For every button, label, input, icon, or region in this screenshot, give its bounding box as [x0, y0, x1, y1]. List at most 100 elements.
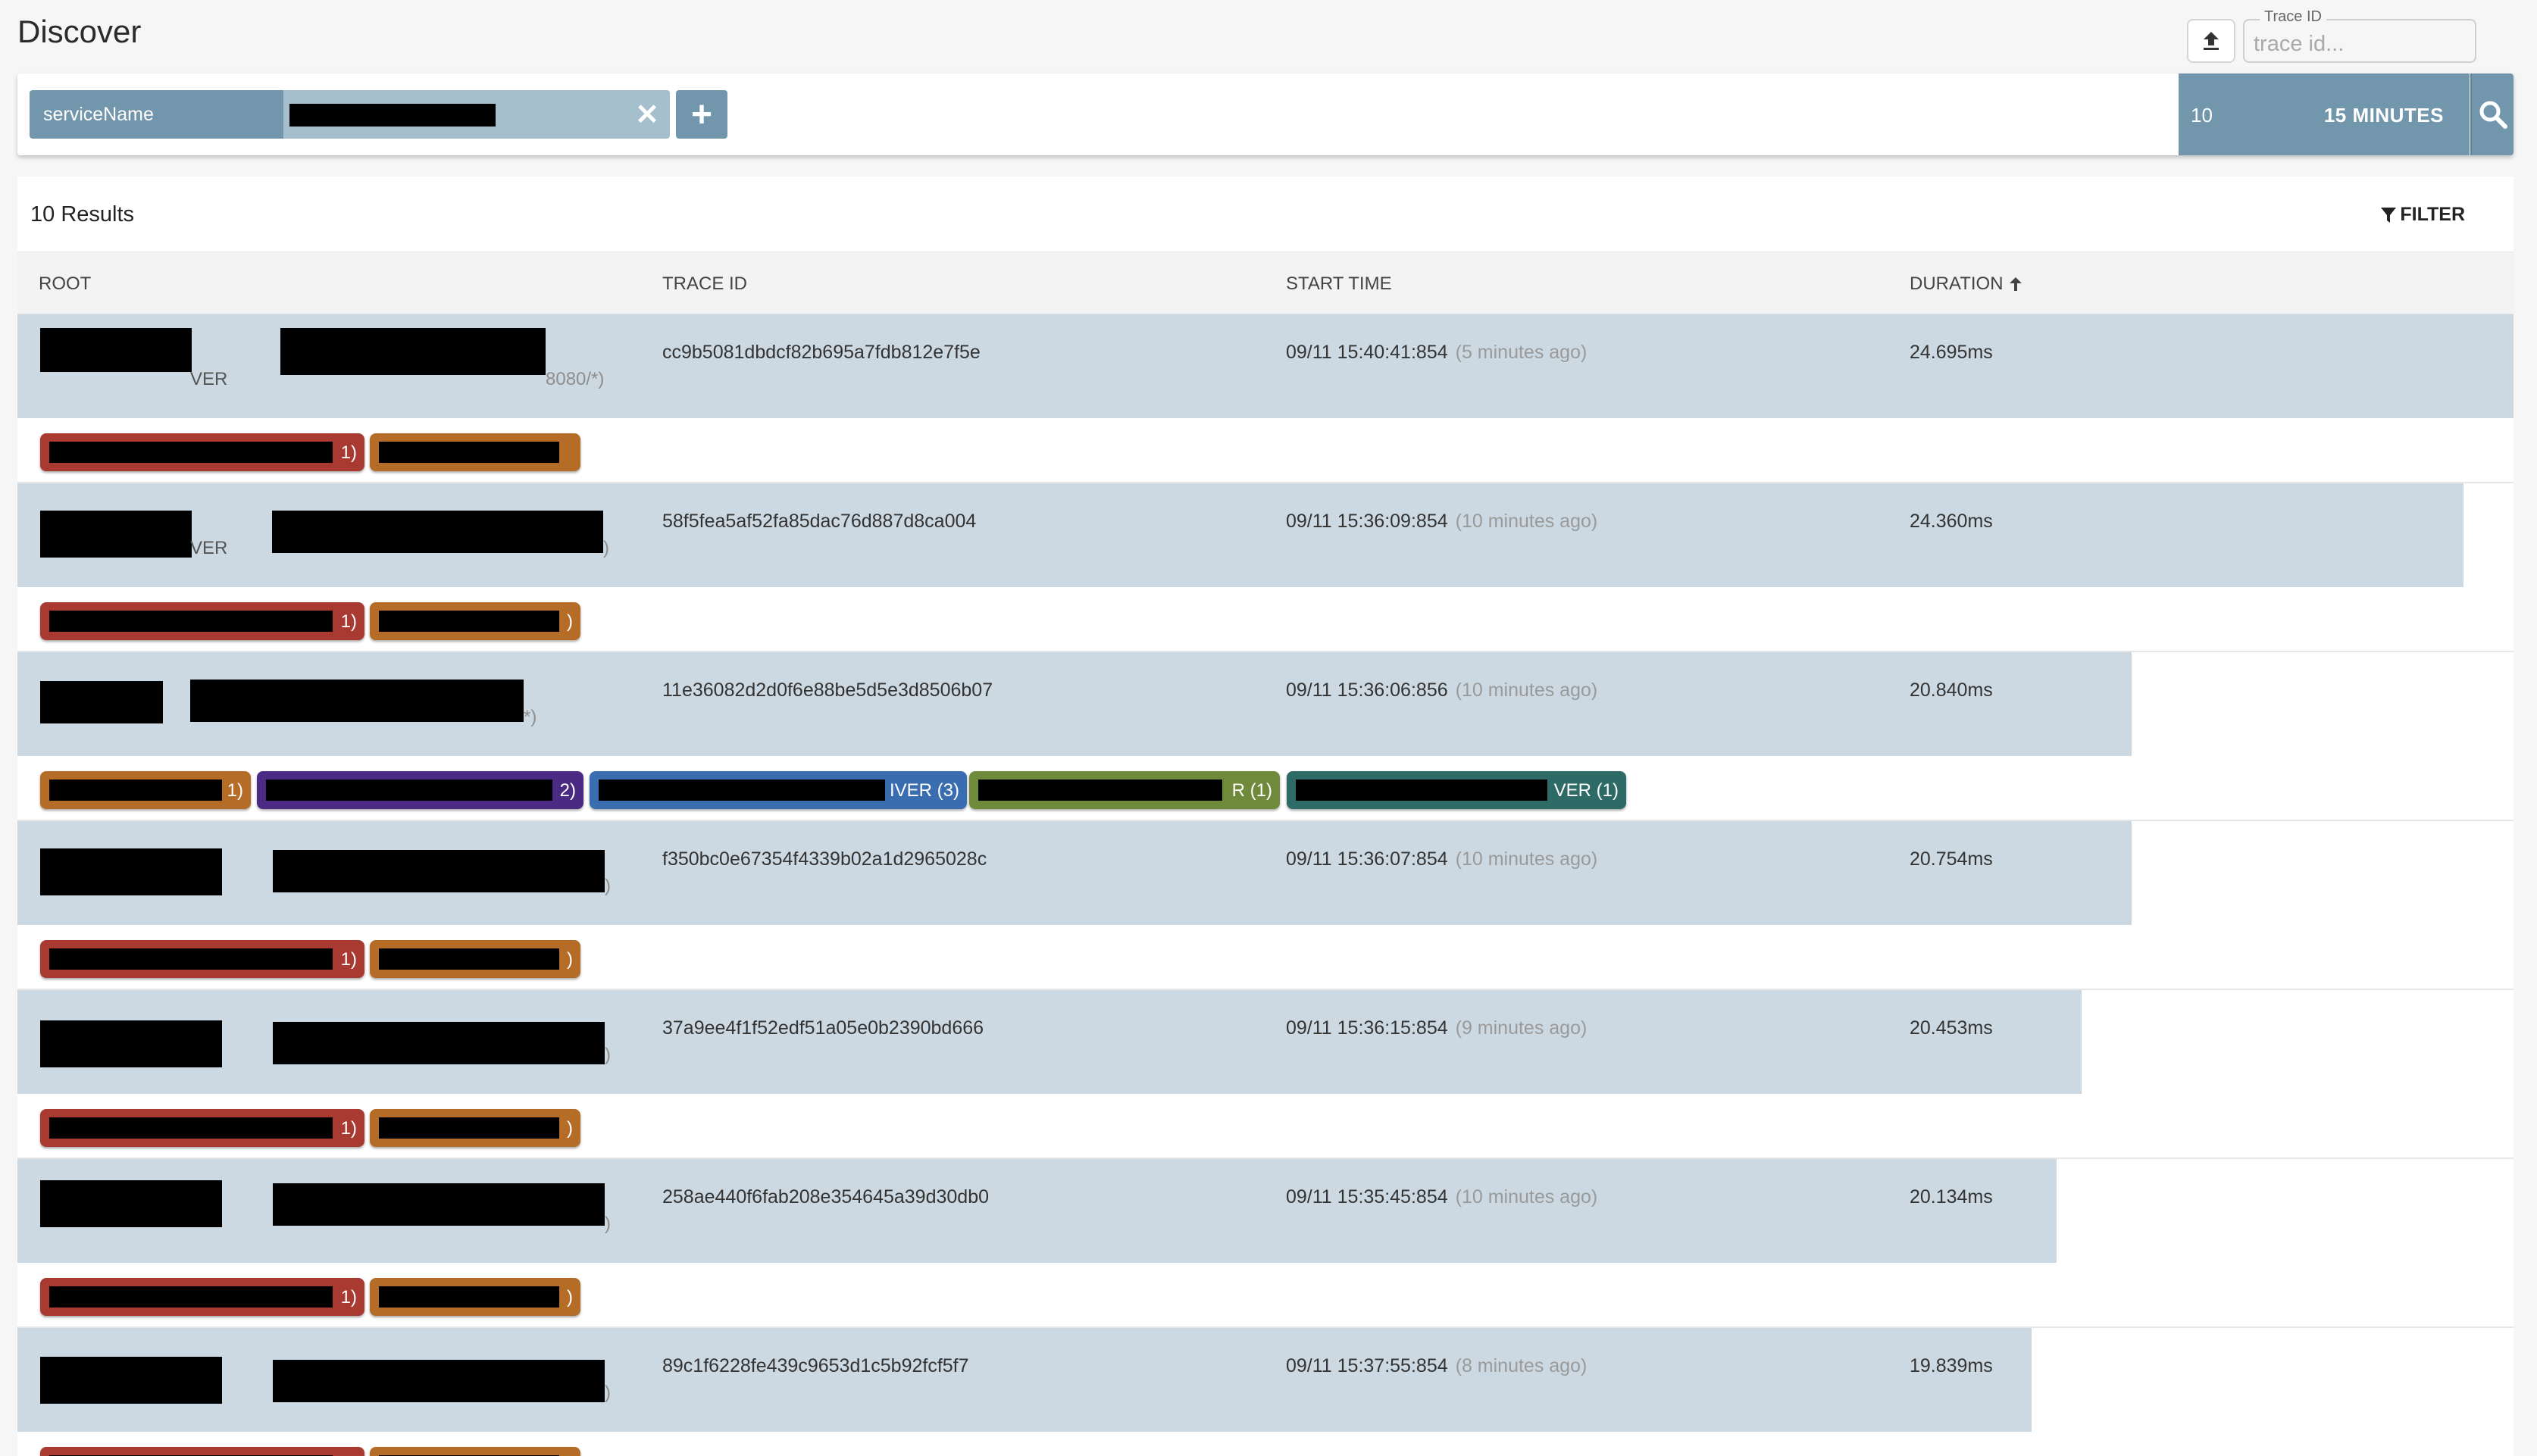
redaction [978, 780, 1222, 801]
column-start-time[interactable]: START TIME [1286, 273, 1392, 295]
plus-icon: + [690, 94, 713, 135]
service-badge[interactable]: 1) [40, 771, 251, 809]
redaction [40, 328, 192, 372]
service-badge[interactable]: 2) [257, 771, 583, 809]
results-table: VER 8080/*) cc9b5081dbdcf82b695a7fdb812e7f… [17, 314, 2514, 1456]
relative-time: (10 minutes ago) [1455, 848, 1598, 870]
search-bar: serviceName ✕ + 10 15 MINUTES [17, 73, 2514, 155]
duration: 20.453ms [1910, 1017, 1993, 1039]
remove-chip-button[interactable]: ✕ [630, 98, 664, 131]
trace-id[interactable]: 58f5fea5af52fa85dac76d887d8ca004 [662, 511, 976, 533]
column-trace-id[interactable]: TRACE ID [662, 273, 747, 295]
redaction [40, 1020, 222, 1067]
lookback-value[interactable]: 15 MINUTES [2324, 104, 2444, 127]
duration: 24.695ms [1910, 342, 1993, 363]
service-badge[interactable]: 1) [40, 940, 364, 978]
redaction [1296, 780, 1547, 801]
service-badge[interactable]: ) [370, 1109, 580, 1147]
table-row[interactable]: ) 258ae440f6fab208e354645a39d30db0 09/11 1… [17, 1159, 2514, 1263]
table-row[interactable]: ) 89c1f6228fe439c9653d1c5b92fcf5f7 09/11 1… [17, 1328, 2514, 1432]
column-root[interactable]: ROOT [39, 273, 91, 295]
root-span-tail: ) [605, 1045, 611, 1065]
trace-id-field: Trace ID [2243, 8, 2476, 63]
table-row[interactable]: ) 37a9ee4f1f52edf51a05e0b2390bd666 09/11 1… [17, 990, 2514, 1094]
trace-id-input[interactable] [2245, 20, 2475, 61]
arrow-up-icon [2009, 277, 2022, 291]
duration-label: DURATION [1910, 273, 2004, 294]
service-badge[interactable]: ) [370, 602, 580, 640]
table-row[interactable]: ) f350bc0e67354f4339b02a1d2965028c 09/11 1… [17, 821, 2514, 925]
service-badge[interactable]: 1) [40, 1109, 364, 1147]
trace-id[interactable]: cc9b5081dbdcf82b695a7fdb812e7f5e [662, 342, 981, 364]
service-badges [17, 1432, 2514, 1456]
service-badge-count: R (1) [1231, 780, 1272, 801]
trace-id[interactable]: 89c1f6228fe439c9653d1c5b92fcf5f7 [662, 1355, 969, 1377]
service-badge-count: 1) [340, 442, 357, 463]
service-badge[interactable]: 1) [40, 1278, 364, 1316]
service-badge[interactable]: 1) [40, 433, 364, 471]
redaction [49, 1286, 333, 1308]
start-time-value: 09/11 15:36:07:854 [1286, 848, 1448, 870]
search-criteria-chip[interactable]: serviceName ✕ [30, 90, 670, 139]
relative-time: (10 minutes ago) [1455, 511, 1598, 532]
redaction [49, 1117, 333, 1139]
trace-id[interactable]: 258ae440f6fab208e354645a39d30db0 [662, 1186, 989, 1208]
service-badge[interactable]: ) [370, 940, 580, 978]
chip-value[interactable]: ✕ [283, 90, 670, 139]
column-duration[interactable]: DURATION [1910, 273, 2023, 295]
relative-time: (10 minutes ago) [1455, 1186, 1598, 1208]
service-badge-count: 1) [340, 1118, 357, 1139]
root-service-suffix: VER [190, 538, 228, 558]
redaction [379, 1286, 559, 1308]
service-badge[interactable]: ) [370, 1278, 580, 1316]
filter-icon [2381, 207, 2397, 223]
service-badge[interactable]: R (1) [969, 771, 1280, 809]
redaction [190, 680, 524, 722]
search-button[interactable] [2470, 73, 2514, 155]
trace-id[interactable]: 37a9ee4f1f52edf51a05e0b2390bd666 [662, 1017, 984, 1039]
search-icon [2479, 101, 2507, 129]
upload-json-button[interactable] [2187, 19, 2235, 63]
limit-value[interactable]: 10 [2191, 104, 2213, 127]
redaction [49, 948, 333, 970]
start-time: 09/11 15:37:55:854 (8 minutes ago) [1286, 1355, 1587, 1377]
root-span-tail: ) [605, 1383, 611, 1403]
table-row[interactable]: *) 11e36082d2d0f6e88be5d5e3d8506b07 09/11 … [17, 652, 2514, 756]
service-badges: 1)) [17, 587, 2514, 652]
redaction [40, 511, 192, 558]
trace-id[interactable]: 11e36082d2d0f6e88be5d5e3d8506b07 [662, 680, 993, 701]
start-time: 09/11 15:40:41:854 (5 minutes ago) [1286, 342, 1587, 364]
service-badge-count: 1) [340, 1287, 357, 1308]
service-badges: 1) 2) IVER (3) R (1) VER (1) [17, 756, 2514, 821]
add-criteria-button[interactable]: + [676, 90, 727, 139]
service-badge-count: 1) [340, 949, 357, 970]
service-badge[interactable] [40, 1447, 364, 1456]
start-time: 09/11 15:36:06:856 (10 minutes ago) [1286, 680, 1597, 701]
service-badges: 1) [17, 418, 2514, 483]
redaction [273, 1360, 605, 1402]
service-badge[interactable] [370, 1447, 580, 1456]
service-badge[interactable]: IVER (3) [590, 771, 967, 809]
query-settings[interactable]: 10 15 MINUTES [2179, 73, 2470, 155]
redaction [273, 850, 605, 892]
service-badge-count: ) [567, 611, 573, 632]
results-count: 10 Results [30, 202, 135, 227]
table-row[interactable]: VER 8080/*) cc9b5081dbdcf82b695a7fdb812e7f… [17, 314, 2514, 418]
duration: 20.134ms [1910, 1186, 1993, 1208]
filter-button[interactable]: FILTER [2380, 204, 2465, 226]
page-title: Discover [17, 14, 142, 49]
start-time-value: 09/11 15:36:06:856 [1286, 680, 1448, 701]
results-panel: 10 Results FILTER ROOT TRACE ID START TI… [17, 177, 2514, 1456]
table-row[interactable]: VER) 58f5fea5af52fa85dac76d887d8ca004 09/1… [17, 483, 2514, 587]
filter-label: FILTER [2400, 204, 2465, 225]
service-badge-count: ) [567, 949, 573, 970]
service-badge[interactable] [370, 433, 580, 471]
relative-time: (10 minutes ago) [1455, 680, 1598, 701]
redaction [272, 511, 603, 553]
root-service-suffix: VER [190, 369, 228, 389]
trace-id[interactable]: f350bc0e67354f4339b02a1d2965028c [662, 848, 987, 870]
service-badge[interactable]: VER (1) [1287, 771, 1626, 809]
service-badge[interactable]: 1) [40, 602, 364, 640]
redaction [379, 611, 559, 632]
redaction [379, 1117, 559, 1139]
